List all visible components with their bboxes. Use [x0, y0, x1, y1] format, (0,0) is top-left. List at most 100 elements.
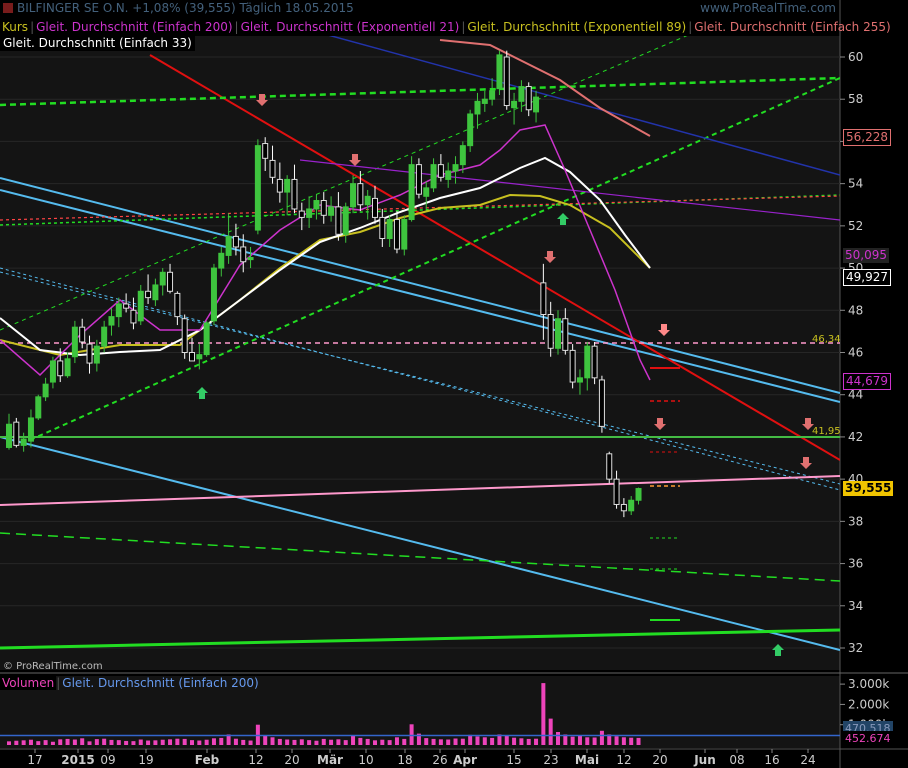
- volume-bar: [233, 738, 238, 745]
- volume-bar: [21, 740, 26, 745]
- volume-bar: [50, 741, 55, 745]
- candle-body: [35, 396, 42, 419]
- watermark: www.ProRealTime.com: [700, 1, 836, 15]
- candle-body: [393, 219, 400, 250]
- volume-bar: [72, 739, 77, 745]
- time-tick-label: Jun: [693, 753, 716, 767]
- legend-ma255[interactable]: Gleit. Durchschnitt (Einfach 255): [692, 20, 892, 34]
- candle-body: [423, 187, 430, 197]
- candle-body: [167, 271, 174, 292]
- volume-bar: [534, 738, 539, 745]
- candle-body: [49, 360, 56, 383]
- volume-bar: [526, 738, 531, 745]
- volume-bar: [109, 739, 114, 745]
- value-box-ma255: 56,228: [843, 129, 891, 146]
- price-chart[interactable]: 605856545250484644424038363432 3.000k2.0…: [0, 0, 908, 768]
- candle-body: [357, 183, 364, 206]
- price-tick-label: 58: [848, 92, 863, 106]
- volume-bar: [373, 740, 377, 745]
- volume-bar: [394, 737, 399, 745]
- volume-bar: [490, 737, 495, 745]
- candle-body: [13, 421, 20, 446]
- legend-ema89[interactable]: Gleit. Durchschnitt (Exponentiell 89): [465, 20, 688, 34]
- candle-body: [254, 145, 261, 231]
- candle-body: [555, 318, 561, 349]
- volume-bar: [358, 737, 363, 745]
- candle-body: [137, 290, 144, 322]
- legend-kurs[interactable]: Kurs: [0, 20, 31, 34]
- candle-body: [576, 377, 583, 383]
- candle-body: [218, 252, 225, 269]
- volume-bar: [43, 740, 48, 745]
- volume-bar: [299, 739, 304, 745]
- time-tick-label: Mär: [317, 753, 343, 767]
- volume-bar: [138, 739, 143, 745]
- volume-bar: [87, 741, 92, 745]
- time-tick-label: 15: [506, 753, 521, 767]
- volume-bar: [219, 737, 224, 745]
- volume-bar: [190, 740, 194, 745]
- volume-bar: [160, 739, 165, 745]
- candle-body: [328, 206, 335, 216]
- value-box-ma33: 49,927: [843, 269, 891, 286]
- price-tick-label: 52: [848, 219, 863, 233]
- candle-body: [445, 170, 452, 180]
- candle-body: [101, 326, 108, 347]
- volume-bar: [241, 739, 246, 745]
- volume-bar: [314, 740, 319, 745]
- candle-body: [613, 478, 620, 505]
- volume-bar: [175, 738, 180, 745]
- candle-body: [269, 159, 276, 178]
- volume-bar: [321, 738, 326, 745]
- candle-body: [306, 208, 313, 218]
- volume-legend: Volumen | Gleit. Durchschnitt (Einfach 200…: [0, 676, 260, 690]
- volume-bar: [131, 741, 136, 745]
- volume-bar: [80, 738, 85, 745]
- instrument-line: BILFINGER SE O.N. +1,08% (39,555) Täglic…: [17, 1, 354, 15]
- time-tick-label: 26: [432, 753, 447, 767]
- time-tick-label: 08: [729, 753, 744, 767]
- level-label-42: 41,95: [812, 426, 841, 437]
- volume-tick-label: 2.000k: [848, 697, 889, 711]
- time-tick-label: 12: [248, 753, 263, 767]
- candle-body: [57, 360, 64, 377]
- candle-body: [496, 54, 503, 90]
- candle-body: [203, 322, 210, 356]
- legend-volume-ma200[interactable]: Gleit. Durchschnitt (Einfach 200): [60, 676, 260, 690]
- candle-body: [540, 282, 547, 316]
- candle-body: [467, 113, 474, 147]
- volume-bar: [36, 741, 41, 745]
- candle-body: [415, 164, 422, 195]
- legend-ema21[interactable]: Gleit. Durchschnitt (Exponentiell 21): [239, 20, 462, 34]
- candle-body: [489, 90, 496, 100]
- time-tick-label: 17: [27, 753, 42, 767]
- candle-body: [635, 488, 642, 501]
- volume-bar: [102, 738, 107, 745]
- time-tick-label: Apr: [453, 753, 477, 767]
- candle-body: [159, 271, 166, 286]
- legend-ma33[interactable]: Gleit. Durchschnitt (Einfach 33): [0, 36, 195, 51]
- price-tick-label: 34: [848, 599, 863, 613]
- volume-bar: [453, 738, 458, 745]
- candle-body: [42, 383, 49, 398]
- legend-volumen[interactable]: Volumen: [0, 676, 57, 690]
- legend-ma200[interactable]: Gleit. Durchschnitt (Einfach 200): [34, 20, 234, 34]
- candle-body: [145, 290, 152, 299]
- candle-body: [27, 417, 34, 442]
- candle-body: [401, 219, 408, 250]
- volume-bar: [570, 736, 575, 745]
- candle-body: [298, 210, 305, 218]
- volume-bar: [460, 738, 465, 745]
- candle-body: [247, 257, 254, 261]
- volume-bar: [124, 740, 129, 745]
- candle-body: [6, 423, 12, 448]
- volume-bar: [65, 738, 70, 745]
- copyright: © ProRealTime.com: [3, 661, 103, 672]
- time-tick-label: 23: [543, 753, 558, 767]
- value-box-close: 39,555: [843, 481, 894, 496]
- value-box-ma200: 50,095: [843, 248, 889, 263]
- time-tick-label: 12: [616, 753, 631, 767]
- candle-body: [350, 183, 357, 208]
- candle-body: [518, 86, 525, 102]
- candle-body: [64, 358, 71, 377]
